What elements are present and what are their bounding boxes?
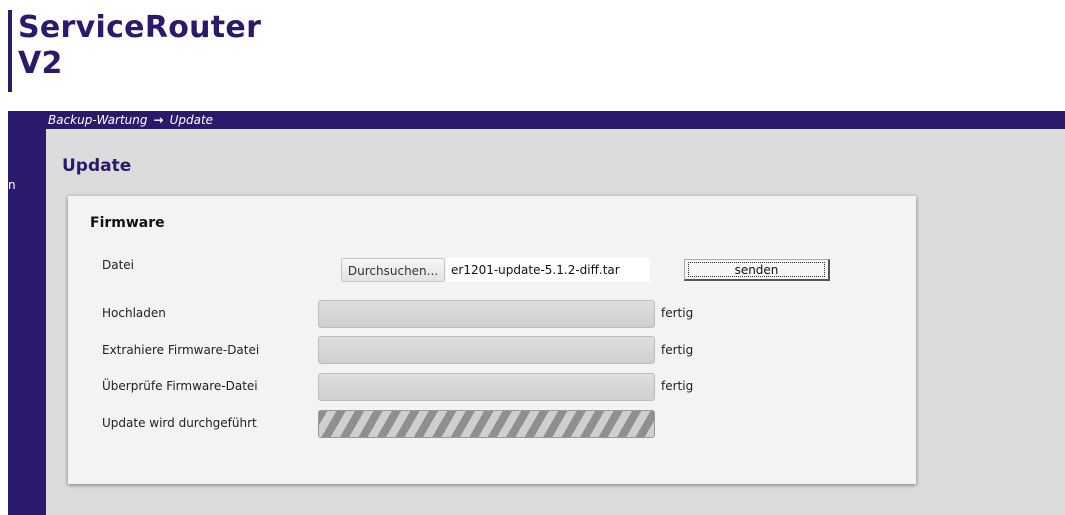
- step-label-verify: Überprüfe Firmware-Datei: [102, 379, 258, 393]
- breadcrumb-current: Update: [169, 113, 214, 127]
- sidebar-item-label[interactable]: n: [8, 178, 16, 192]
- step-label-update: Update wird durchgeführt: [102, 416, 257, 430]
- progress-bar-update: [318, 410, 655, 438]
- send-button-label: senden: [688, 262, 825, 277]
- step-status-upload: fertig: [661, 306, 694, 320]
- step-status-verify: fertig: [661, 379, 694, 393]
- selected-file-name[interactable]: er1201-update-5.1.2-diff.tar: [446, 258, 650, 282]
- brand-title-line1: ServiceRouter: [18, 10, 262, 45]
- step-label-upload: Hochladen: [102, 306, 166, 320]
- brand-title-line2: V2: [18, 46, 63, 81]
- page-title: Update: [62, 156, 132, 176]
- brand-logo: ServiceRouter V2: [8, 10, 261, 92]
- breadcrumb: Backup-Wartung → Update: [48, 112, 213, 128]
- progress-bar-verify: [318, 373, 655, 401]
- step-status-extract: fertig: [661, 343, 694, 357]
- firmware-section-title: Firmware: [90, 215, 165, 231]
- file-label: Datei: [102, 258, 135, 272]
- send-button[interactable]: senden: [684, 259, 830, 281]
- progress-bar-extract: [318, 336, 655, 364]
- breadcrumb-parent-link[interactable]: Backup-Wartung: [48, 113, 148, 127]
- browse-button[interactable]: Durchsuchen...: [341, 258, 445, 282]
- progress-bar-upload: [318, 300, 655, 328]
- sidebar: n: [8, 129, 46, 515]
- step-label-extract: Extrahiere Firmware-Datei: [102, 343, 260, 357]
- breadcrumb-arrow-icon: →: [153, 113, 164, 127]
